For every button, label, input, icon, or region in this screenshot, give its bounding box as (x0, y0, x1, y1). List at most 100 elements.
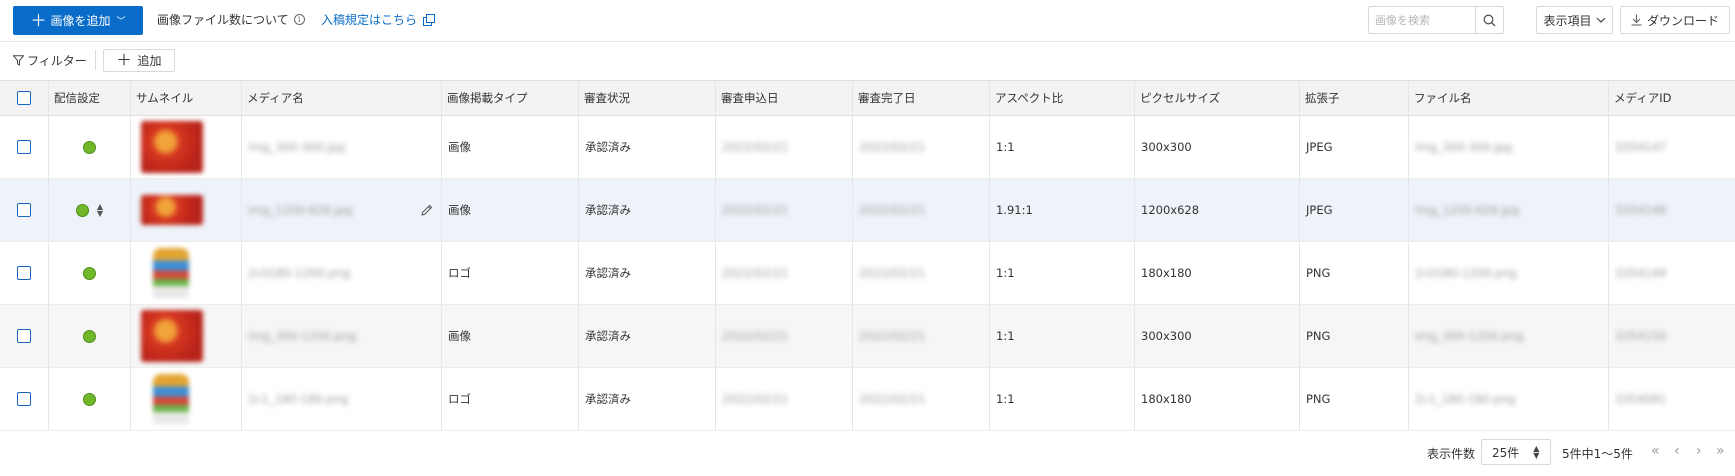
header-review-completed[interactable]: 審査完了日 (853, 81, 990, 115)
placement-type: 画像 (442, 305, 579, 367)
review-status: 承認済み (579, 368, 716, 430)
thumbnail-image[interactable] (141, 121, 203, 173)
row-checkbox[interactable] (17, 392, 31, 406)
prev-page-icon[interactable]: ‹ (1674, 444, 1680, 458)
first-page-icon[interactable]: « (1651, 444, 1660, 458)
search-button[interactable] (1475, 7, 1503, 33)
media-id: 3354147 (1615, 140, 1667, 154)
review-applied-cell: 2022/02/21 (716, 305, 853, 367)
thumbnail-cell (131, 368, 242, 430)
delivery-status-dot[interactable] (83, 266, 96, 280)
placement-type: 画像 (442, 116, 579, 178)
filter-icon (13, 55, 24, 66)
table-row[interactable]: img_300-300.jpg 画像 承認済み 2022/02/21 2022/… (0, 116, 1735, 179)
header-extension[interactable]: 拡張子 (1300, 81, 1409, 115)
header-media-id[interactable]: メディアID (1609, 81, 1735, 115)
review-applied-date: 2022/02/21 (722, 203, 789, 217)
select-cell (0, 368, 49, 430)
header-media-name[interactable]: メディア名 (242, 81, 442, 115)
chevron-down-icon: ﹀ (116, 17, 126, 27)
filter-label: フィルター (27, 54, 87, 68)
media-name[interactable]: 2c1_180-180.png (248, 392, 348, 406)
review-status: 承認済み (579, 305, 716, 367)
pixel-size: 300x300 (1135, 305, 1300, 367)
table-row[interactable]: 2c1_180-180.png ロゴ 承認済み 2022/02/21 2022/… (0, 368, 1735, 431)
media-id-cell: 3354149 (1609, 242, 1735, 304)
header-pixel-size[interactable]: ピクセルサイズ (1135, 81, 1300, 115)
display-items-button[interactable]: 表示項目 (1536, 6, 1613, 34)
plus-icon: ＋ (30, 10, 47, 30)
per-page-select[interactable]: 25件 ▲ ▼ (1481, 439, 1551, 465)
extension: JPEG (1300, 116, 1409, 178)
review-applied-date: 2022/02/21 (722, 140, 789, 154)
thumbnail-image[interactable] (141, 195, 203, 225)
header-thumbnail[interactable]: サムネイル (131, 81, 242, 115)
review-applied-date: 2022/02/21 (722, 266, 789, 280)
media-name[interactable]: 2c0180-1200.png (248, 266, 350, 280)
thumbnail-image[interactable] (153, 248, 189, 298)
add-image-button[interactable]: ＋ 画像を追加 ﹀ (13, 6, 143, 35)
delivery-status-dot[interactable] (83, 329, 96, 343)
aspect-ratio: 1:1 (990, 116, 1135, 178)
delivery-status-dot[interactable] (83, 140, 96, 154)
review-applied-cell: 2022/02/21 (716, 116, 853, 178)
image-count-info-label: 画像ファイル数について (157, 13, 289, 27)
header-file-name[interactable]: ファイル名 (1409, 81, 1609, 115)
row-checkbox[interactable] (17, 266, 31, 280)
table-row[interactable]: img_300-1200.png 画像 承認済み 2022/02/21 2022… (0, 305, 1735, 368)
table-header: 配信設定 サムネイル メディア名 画像掲載タイプ 審査状況 審査申込日 審査完了… (0, 80, 1735, 116)
table-row[interactable]: 2c0180-1200.png ロゴ 承認済み 2022/02/21 2022/… (0, 242, 1735, 305)
thumbnail-image[interactable] (141, 310, 203, 362)
header-review-applied[interactable]: 審査申込日 (716, 81, 853, 115)
delivery-status-dot[interactable] (75, 203, 89, 217)
search-icon (1483, 14, 1496, 26)
media-name[interactable]: img_300-300.jpg (248, 140, 345, 154)
delivery-toggle-arrows-icon[interactable]: ▲ ▼ (97, 203, 103, 218)
image-count-info[interactable]: 画像ファイル数について i (157, 11, 305, 28)
file-name-cell: img_1200-628.jpg (1409, 179, 1609, 241)
updown-arrows-icon: ▲ ▼ (1533, 444, 1540, 460)
delivery-status-dot[interactable] (83, 392, 96, 406)
header-aspect-ratio[interactable]: アスペクト比 (990, 81, 1135, 115)
aspect-ratio: 1:1 (990, 368, 1135, 430)
last-page-icon[interactable]: » (1716, 444, 1725, 458)
placement-type: ロゴ (442, 242, 579, 304)
filter-toggle[interactable]: フィルター (13, 52, 87, 69)
media-name[interactable]: img_1200-628.jpg (248, 203, 352, 217)
media-id: 3354148 (1615, 203, 1667, 217)
select-all-checkbox[interactable] (17, 91, 31, 105)
add-filter-button[interactable]: ＋ 追加 (103, 49, 175, 72)
extension: JPEG (1300, 179, 1409, 241)
thumbnail-image[interactable] (153, 374, 189, 424)
review-status: 承認済み (579, 179, 716, 241)
per-page-label: 表示件数 (1427, 447, 1476, 461)
search-input[interactable] (1369, 7, 1475, 33)
review-completed-date: 2022/02/21 (859, 203, 926, 217)
plus-icon: ＋ (116, 51, 132, 69)
row-checkbox[interactable] (17, 140, 31, 154)
media-name[interactable]: img_300-1200.png (248, 329, 356, 343)
row-checkbox[interactable] (17, 329, 31, 343)
header-delivery[interactable]: 配信設定 (49, 81, 131, 115)
header-select-cell (0, 81, 49, 115)
row-checkbox[interactable] (17, 203, 31, 217)
header-placement-type[interactable]: 画像掲載タイプ (442, 81, 579, 115)
header-review-status[interactable]: 審査状況 (579, 81, 716, 115)
filter-bar: フィルター ＋ 追加 (0, 42, 1735, 80)
thumbnail-cell (131, 179, 242, 241)
next-page-icon[interactable]: › (1696, 444, 1702, 458)
review-completed-cell: 2022/02/21 (853, 116, 990, 178)
review-completed-cell: 2022/02/21 (853, 368, 990, 430)
chevron-down-icon (1596, 17, 1605, 23)
download-button[interactable]: ダウンロード (1620, 6, 1730, 34)
review-completed-cell: 2022/02/21 (853, 305, 990, 367)
download-label: ダウンロード (1646, 13, 1719, 28)
pencil-icon[interactable] (421, 204, 433, 216)
review-applied-cell: 2022/02/21 (716, 242, 853, 304)
table-row[interactable]: ▲ ▼ img_1200-628.jpg 画像 承認済み 2022/02/21 2… (0, 179, 1735, 242)
media-id: 3354081 (1615, 392, 1667, 406)
file-name: 2c1_180-180.png (1415, 392, 1516, 406)
review-completed-date: 2022/02/21 (859, 329, 926, 343)
submission-rules-link[interactable]: 入稿規定はこちら (321, 11, 436, 28)
delivery-cell: ▲ ▼ (49, 179, 131, 241)
